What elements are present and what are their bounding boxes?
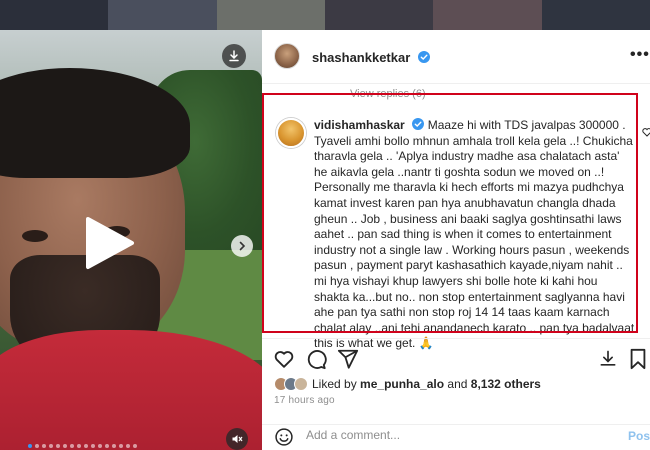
add-comment-bar: Post	[262, 424, 650, 450]
like-button[interactable]	[272, 347, 296, 371]
likes-user[interactable]: me_punha_alo	[360, 377, 444, 391]
feed-thumbnail	[0, 0, 109, 30]
carousel-dot	[84, 444, 88, 448]
mute-button[interactable]	[226, 428, 248, 450]
comment-author-username[interactable]: vidishamhaskar	[314, 118, 405, 132]
carousel-dot	[56, 444, 60, 448]
carousel-dot	[98, 444, 102, 448]
post-details-panel: shashankketkar ••• View replies (6) vidi…	[262, 30, 650, 450]
avatar[interactable]	[276, 118, 306, 148]
carousel-dot	[133, 444, 137, 448]
view-replies-link[interactable]: View replies (6)	[350, 88, 426, 100]
save-button[interactable]	[626, 347, 650, 371]
media-person-eye	[22, 230, 48, 242]
post-author-username[interactable]: shashankketkar	[312, 50, 410, 65]
more-options-icon[interactable]: •••	[630, 46, 650, 64]
post-comment-button[interactable]: Post	[628, 429, 650, 443]
post-author[interactable]: shashankketkar	[312, 49, 430, 67]
bookmark-icon	[630, 348, 646, 370]
chevron-right-icon	[239, 241, 246, 251]
carousel-dot	[112, 444, 116, 448]
carousel-dot	[105, 444, 109, 448]
feed-thumbnail	[216, 0, 325, 30]
emoji-icon[interactable]	[274, 427, 294, 447]
share-button[interactable]	[336, 347, 360, 371]
post-actions	[262, 338, 650, 378]
comment-text: Maaze hi with TDS javalpas 300000 . Tyav…	[314, 118, 635, 351]
avatar	[294, 377, 308, 391]
speaker-muted-icon	[232, 435, 243, 443]
avatar[interactable]	[274, 43, 300, 69]
likes-prefix: Liked by	[312, 377, 357, 391]
comment-button[interactable]	[304, 347, 328, 371]
media-person-shirt	[0, 330, 262, 450]
carousel-dot	[28, 444, 32, 448]
verified-badge-icon	[411, 118, 424, 130]
download-icon	[229, 50, 239, 62]
feed-thumbnail	[108, 0, 217, 30]
download-button[interactable]	[222, 44, 246, 68]
carousel-next-button[interactable]	[231, 235, 253, 257]
download-button[interactable]	[596, 347, 620, 371]
heart-icon	[274, 351, 294, 368]
feed-thumbnail	[324, 0, 434, 30]
heart-icon[interactable]	[642, 127, 650, 137]
likes-conjunction: and	[447, 377, 468, 391]
carousel-dot	[42, 444, 46, 448]
feed-thumbnail	[541, 0, 650, 30]
feed-strip	[0, 0, 650, 30]
paper-plane-icon	[337, 349, 359, 369]
likes-count[interactable]: 8,132 others	[471, 377, 541, 391]
carousel-dot	[119, 444, 123, 448]
carousel-dot	[49, 444, 53, 448]
play-icon[interactable]	[80, 215, 136, 271]
add-comment-input[interactable]	[306, 428, 606, 442]
carousel-indicator	[28, 444, 137, 448]
carousel-dot	[63, 444, 67, 448]
carousel-dot	[77, 444, 81, 448]
comment: vidishamhaskar Maaze hi with TDS javalpa…	[270, 104, 638, 350]
carousel-dot	[70, 444, 74, 448]
post-header: shashankketkar •••	[262, 30, 650, 84]
feed-thumbnail	[433, 0, 542, 30]
carousel-dot	[126, 444, 130, 448]
download-icon	[600, 350, 616, 366]
comment-body: vidishamhaskar Maaze hi with TDS javalpa…	[314, 118, 636, 352]
comment-icon	[307, 350, 327, 370]
likes-summary: Liked by me_punha_alo and 8,132 others	[274, 374, 541, 394]
carousel-dot	[35, 444, 39, 448]
verified-badge-icon	[417, 51, 430, 63]
carousel-dot	[91, 444, 95, 448]
post-timestamp[interactable]: 17 hours ago	[274, 395, 335, 406]
likes-text: Liked by me_punha_alo and 8,132 others	[312, 377, 541, 391]
